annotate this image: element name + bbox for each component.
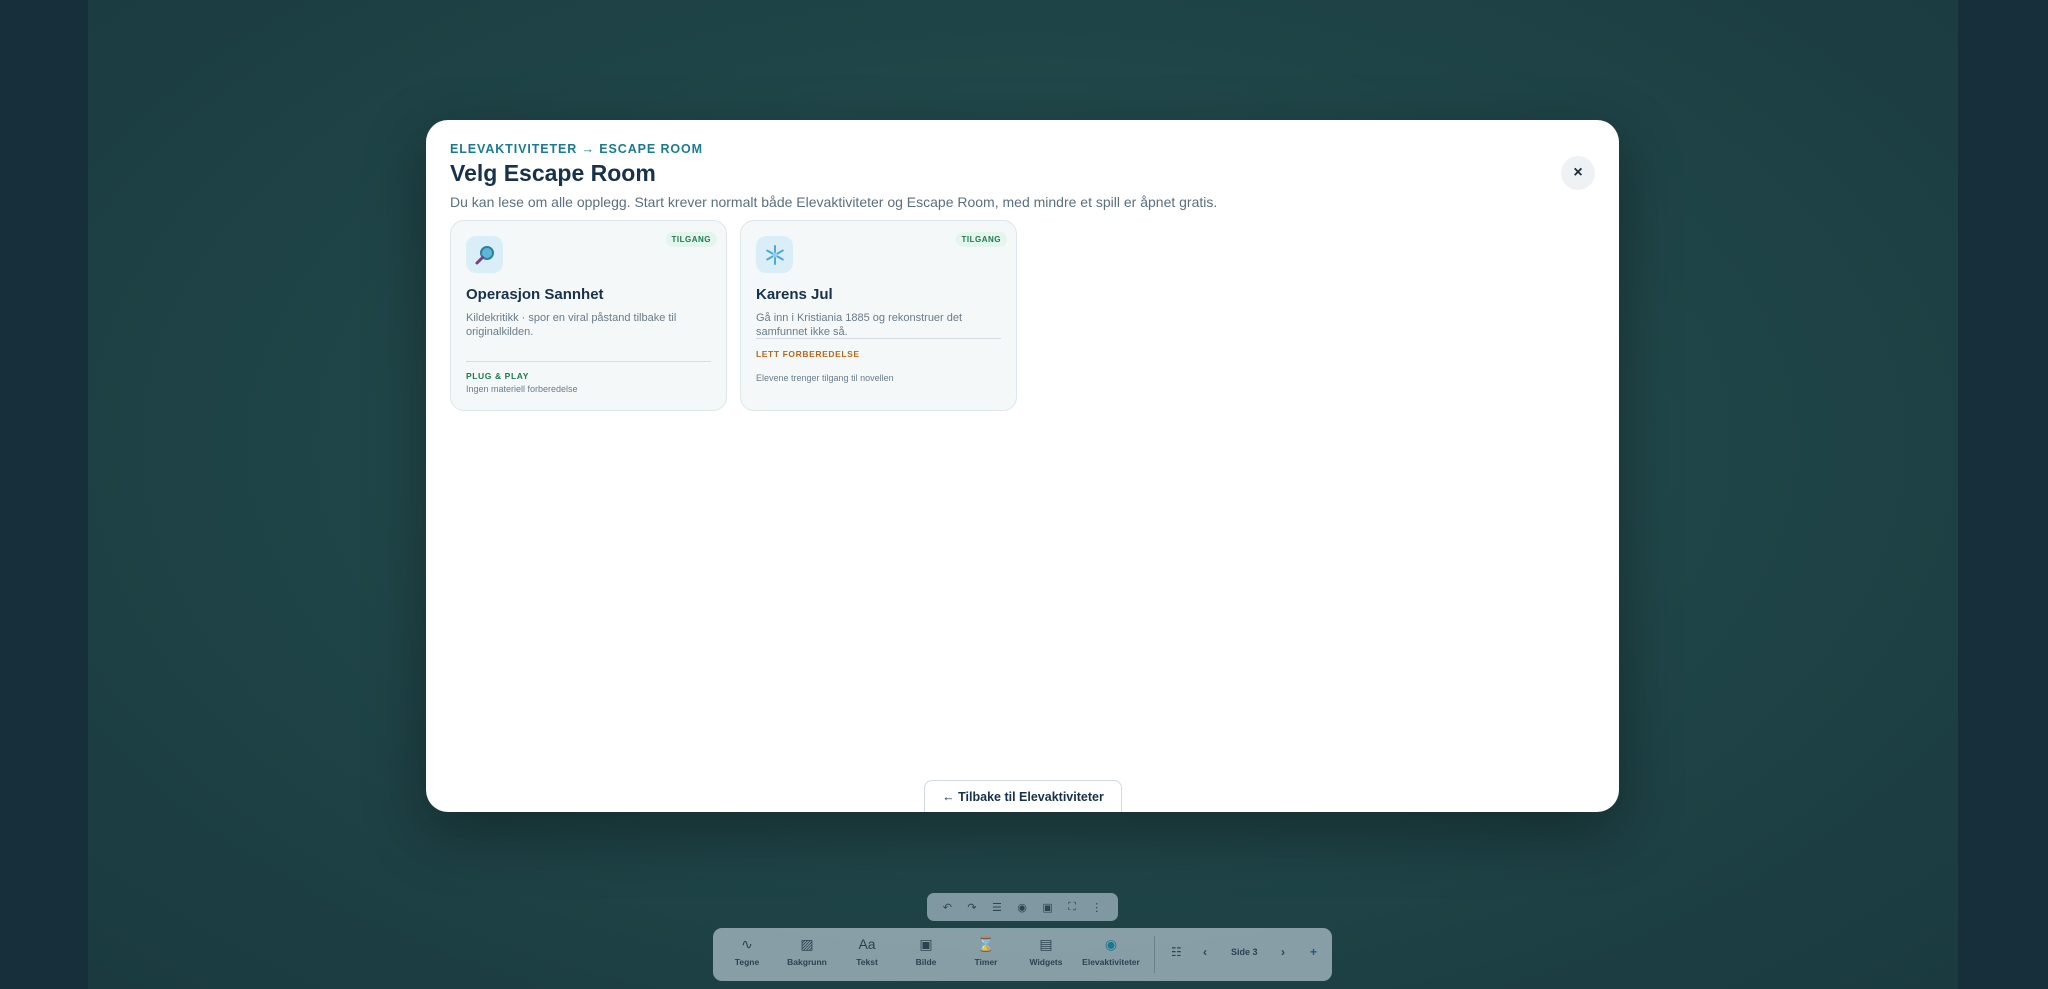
list-icon[interactable]: ☰	[992, 901, 1002, 914]
tool-label: Bakgrunn	[787, 957, 827, 967]
escape-room-card-operasjon-sannhet[interactable]: TILGANG Operasjon Sannhet Kildekritikk ·…	[450, 220, 727, 411]
page-indicator: Side 3	[1231, 947, 1258, 957]
close-button[interactable]: ×	[1561, 156, 1595, 190]
tool-label: Timer	[974, 957, 998, 967]
escape-room-modal: ELEVAKTIVITETER → ESCAPE ROOM Velg Escap…	[426, 120, 1619, 812]
undo-icon[interactable]: ↶	[943, 901, 952, 914]
prep-note: Ingen materiell forberedelse	[466, 384, 578, 394]
left-margin	[0, 0, 88, 989]
tool-elevaktiviteter[interactable]: ◉ Elevaktiviteter	[1077, 934, 1145, 976]
image-icon: ▣	[919, 936, 933, 952]
access-badge: TILGANG	[665, 232, 717, 247]
main-toolbar: ∿ Tegne ▨ Bakgrunn Aa Tekst ▣ Bilde ⌛ Ti…	[713, 928, 1332, 981]
tool-label: Elevaktiviteter	[1082, 957, 1140, 967]
background-icon: ▨	[800, 936, 814, 952]
tool-widgets[interactable]: ▤ Widgets	[1018, 934, 1074, 976]
card-divider	[466, 361, 711, 362]
snowflake-icon	[756, 236, 793, 273]
prev-page-button[interactable]: ‹	[1203, 945, 1207, 959]
tool-bilde[interactable]: ▣ Bilde	[898, 934, 954, 976]
mini-toolbar: ↶ ↷ ☰ ◉ ▣ ⛶ ⋮	[927, 893, 1118, 921]
magnifier-icon	[466, 236, 503, 273]
card-divider	[756, 338, 1001, 339]
more-icon[interactable]: ⋮	[1091, 901, 1102, 914]
record-icon[interactable]: ◉	[1017, 901, 1027, 914]
redo-icon[interactable]: ↷	[967, 901, 976, 914]
tool-label: Tekst	[856, 957, 878, 967]
modal-subtitle: Du kan lese om alle opplegg. Start kreve…	[450, 194, 1218, 210]
fullscreen-icon[interactable]: ⛶	[1068, 901, 1076, 914]
activities-icon: ◉	[1104, 936, 1118, 952]
tool-tekst[interactable]: Aa Tekst	[839, 934, 895, 976]
draw-icon: ∿	[741, 936, 753, 952]
frame-icon[interactable]: ▣	[1042, 901, 1052, 914]
access-badge: TILGANG	[955, 232, 1007, 247]
tool-label: Tegne	[734, 957, 760, 967]
next-page-button[interactable]: ›	[1281, 945, 1285, 959]
toolbar-divider	[1154, 936, 1155, 973]
text-icon: Aa	[858, 936, 876, 952]
prep-level: LETT FORBEREDELSE	[756, 349, 860, 359]
card-description: Kildekritikk · spor en viral påstand til…	[466, 312, 677, 338]
tool-bakgrunn[interactable]: ▨ Bakgrunn	[779, 934, 835, 976]
hourglass-icon: ⌛	[977, 936, 995, 952]
modal-title: Velg Escape Room	[450, 160, 656, 186]
widgets-icon: ▤	[1039, 936, 1053, 952]
tool-label: Bilde	[915, 957, 937, 967]
tool-timer[interactable]: ⌛ Timer	[958, 934, 1014, 976]
right-margin	[1958, 0, 2048, 989]
tool-label: Widgets	[1029, 957, 1063, 967]
grid-icon[interactable]: ☷	[1171, 945, 1182, 959]
back-to-activities-button[interactable]: ← Tilbake til Elevaktiviteter	[924, 780, 1122, 812]
add-page-button[interactable]: +	[1310, 945, 1317, 959]
escape-room-card-karens-jul[interactable]: TILGANG Karens Jul Gå inn i Kristiania 1…	[740, 220, 1017, 411]
prep-level: PLUG & PLAY	[466, 371, 529, 381]
card-description: Gå inn i Kristiania 1885 og rekonstruer …	[756, 312, 963, 338]
card-title: Operasjon Sannhet	[466, 286, 604, 303]
tool-tegne[interactable]: ∿ Tegne	[719, 934, 775, 976]
breadcrumb: ELEVAKTIVITETER → ESCAPE ROOM	[450, 142, 703, 156]
card-title: Karens Jul	[756, 286, 833, 303]
prep-note: Elevene trenger tilgang til novellen	[756, 373, 894, 383]
